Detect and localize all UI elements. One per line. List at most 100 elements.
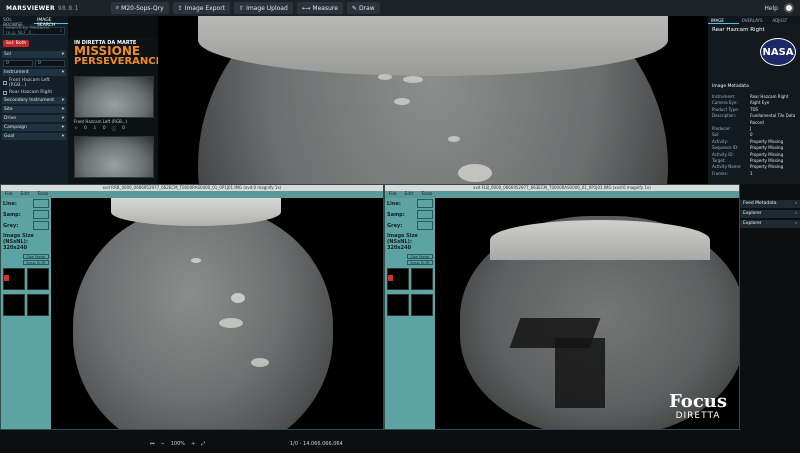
checkbox[interactable] (3, 81, 7, 85)
metadata-table: Instrument: Rear Hazcam Right Camera Eye:… (712, 94, 796, 176)
rock (191, 258, 201, 263)
app-name: MARSVIEWER (6, 4, 55, 12)
tab-overlays[interactable]: OVERLAYS (739, 16, 770, 24)
chevron-down-icon: ▾ (61, 116, 64, 121)
fit-icon[interactable]: ⤢ (201, 441, 205, 447)
viewer-image-right[interactable]: Focus DIRETTA (435, 198, 739, 429)
menu-edit[interactable]: Edit (21, 192, 30, 197)
viewer-image-left[interactable] (51, 198, 383, 429)
main-image-view[interactable] (158, 16, 708, 184)
rock (448, 136, 460, 142)
right-menu: Feed Metadata › Explorer › Explorer › (740, 200, 800, 230)
info-icon[interactable]: ⓘ (112, 126, 117, 132)
upload-icon: ⇧ (239, 4, 245, 12)
section-sol[interactable]: Sol ▾ (2, 51, 66, 58)
search-input[interactable]: Search by filename (e.g. NLF_0... ⌕ (3, 26, 65, 36)
chevron-down-icon: ▾ (61, 98, 64, 103)
line-field[interactable] (417, 199, 433, 208)
grey-field[interactable] (33, 221, 49, 230)
thumbnail-item[interactable] (74, 136, 154, 178)
histogram-pane (387, 268, 409, 290)
app-version: 98.8.1 (57, 4, 79, 12)
instrument-checkbox-rear[interactable]: Rear Hazcam Right (3, 90, 65, 95)
right-panel: IMAGE OVERLAYS ADJUST Rear Hazcam Right … (708, 16, 800, 184)
chevron-down-icon: ▾ (61, 125, 64, 130)
feed-metadata-item[interactable]: Feed Metadata › (740, 200, 800, 208)
view-count: 0 (84, 126, 87, 131)
chevron-down-icon: ▾ (61, 134, 64, 139)
thumbnail-item[interactable]: Front Hazcam Left (RGB...) ☆ 0 ⇩ 0 ⓘ 0 (74, 76, 154, 132)
star-icon[interactable]: ☆ (74, 126, 78, 132)
image-export-button[interactable]: ⇪ Image Export (172, 2, 231, 14)
rock (394, 98, 410, 105)
scale-to-fit-button[interactable]: Scale To Fit (407, 260, 433, 265)
section-drive[interactable]: Drive ▾ (2, 115, 66, 122)
tab-adjust[interactable]: ADJUST (769, 16, 800, 24)
left-tabs: SOL BROWSE IMAGE SEARCH (0, 16, 68, 28)
tab-image[interactable]: IMAGE (708, 16, 739, 24)
pane (411, 294, 433, 316)
draw-button[interactable]: ✎ Draw (346, 2, 380, 14)
sky-horizon (490, 220, 710, 260)
avatar[interactable] (784, 3, 794, 13)
sops-query-button[interactable]: ⌕ M20-Sops-Qry (110, 2, 169, 14)
section-site[interactable]: Site ▾ (2, 106, 66, 113)
line-field[interactable] (33, 199, 49, 208)
explorer-item[interactable]: Explorer › (740, 210, 800, 218)
sol-min-input[interactable]: 0 (3, 60, 33, 67)
section-goal[interactable]: Goal ▾ (2, 133, 66, 140)
samp-field[interactable] (33, 210, 49, 219)
chevron-right-icon: › (795, 211, 797, 216)
help-link[interactable]: Help (764, 5, 778, 12)
search-icon: ⌕ (59, 29, 62, 34)
checkbox[interactable] (3, 90, 7, 95)
broadcast-overlay: IN DIRETTA DA MARTE MISSIONE PERSEVERANC… (74, 40, 163, 67)
grey-field[interactable] (417, 221, 433, 230)
app-window: MARSVIEWER 98.8.1 ⌕ M20-Sops-Qry ⇪ Image E… (0, 0, 800, 453)
zoom-out-icon[interactable]: − (161, 441, 165, 447)
section-secondary-instrument[interactable]: Secondary Instrument ▾ (2, 97, 66, 104)
pencil-icon: ✎ (351, 4, 357, 12)
scale-to-fit-button[interactable]: Scale To Fit (23, 260, 49, 265)
size-factor-label: Size Factor (23, 254, 49, 259)
filter-chip[interactable]: Sol: Both (3, 40, 30, 47)
metadata-header[interactable]: Image Metadata (712, 84, 749, 89)
viewer-menubar: File Edit Tools (1, 191, 383, 198)
viewer-window-left: xvd RRB_0000_0666952977_662ECM_T0000RAS0… (0, 184, 384, 430)
menu-file[interactable]: File (389, 192, 397, 197)
thumbnail-list: IN DIRETTA DA MARTE MISSIONE PERSEVERANC… (68, 38, 163, 184)
instrument-checkbox-front[interactable]: Front Hazcam Left (RGB...) (3, 78, 65, 88)
menu-tools[interactable]: Tools (37, 192, 48, 197)
section-instrument[interactable]: Instrument ▾ (2, 69, 66, 76)
download-icon[interactable]: ⇩ (93, 126, 97, 132)
rock (378, 74, 392, 80)
sol-max-input[interactable]: 0 (35, 60, 65, 67)
size-factor-label: Size Factor (407, 254, 433, 259)
thumbnail-image[interactable] (74, 136, 154, 178)
position-readout: 1/0 - 14.066.066.064 (290, 441, 343, 447)
menu-edit[interactable]: Edit (405, 192, 414, 197)
thumbnail-image[interactable] (74, 76, 154, 118)
chevron-down-icon: ▾ (61, 70, 64, 75)
rock (219, 318, 243, 328)
playback-controls: ⏮ − 100% + ⤢ (150, 439, 310, 449)
section-campaign[interactable]: Campaign ▾ (2, 124, 66, 131)
measure-button[interactable]: ⟷ Measure (296, 2, 343, 14)
top-toolbar: MARSVIEWER 98.8.1 ⌕ M20-Sops-Qry ⇪ Image E… (0, 0, 800, 16)
tab-sol-browse[interactable]: SOL BROWSE (0, 16, 34, 28)
samp-field[interactable] (417, 210, 433, 219)
zoom-in-icon[interactable]: + (191, 441, 195, 447)
image-upload-button[interactable]: ⇧ Image Upload (234, 2, 293, 14)
rewind-icon[interactable]: ⏮ (150, 441, 155, 447)
viewer-menubar: File Edit Tools (385, 191, 739, 198)
viewer-sidebar: Line: Samp: Grey: Image Size (NSxNL): 320… (385, 198, 435, 429)
right-tabs: IMAGE OVERLAYS ADJUST (708, 16, 800, 24)
bottom-bar: ⏮ − 100% + ⤢ 1/0 - 14.066.066.064 (0, 430, 800, 453)
info-count: 0 (122, 126, 125, 131)
histogram-pane (3, 268, 25, 290)
menu-file[interactable]: File (5, 192, 13, 197)
pane (27, 294, 49, 316)
explorer-item[interactable]: Explorer › (740, 220, 800, 228)
menu-tools[interactable]: Tools (421, 192, 432, 197)
tab-image-search[interactable]: IMAGE SEARCH (34, 16, 68, 28)
